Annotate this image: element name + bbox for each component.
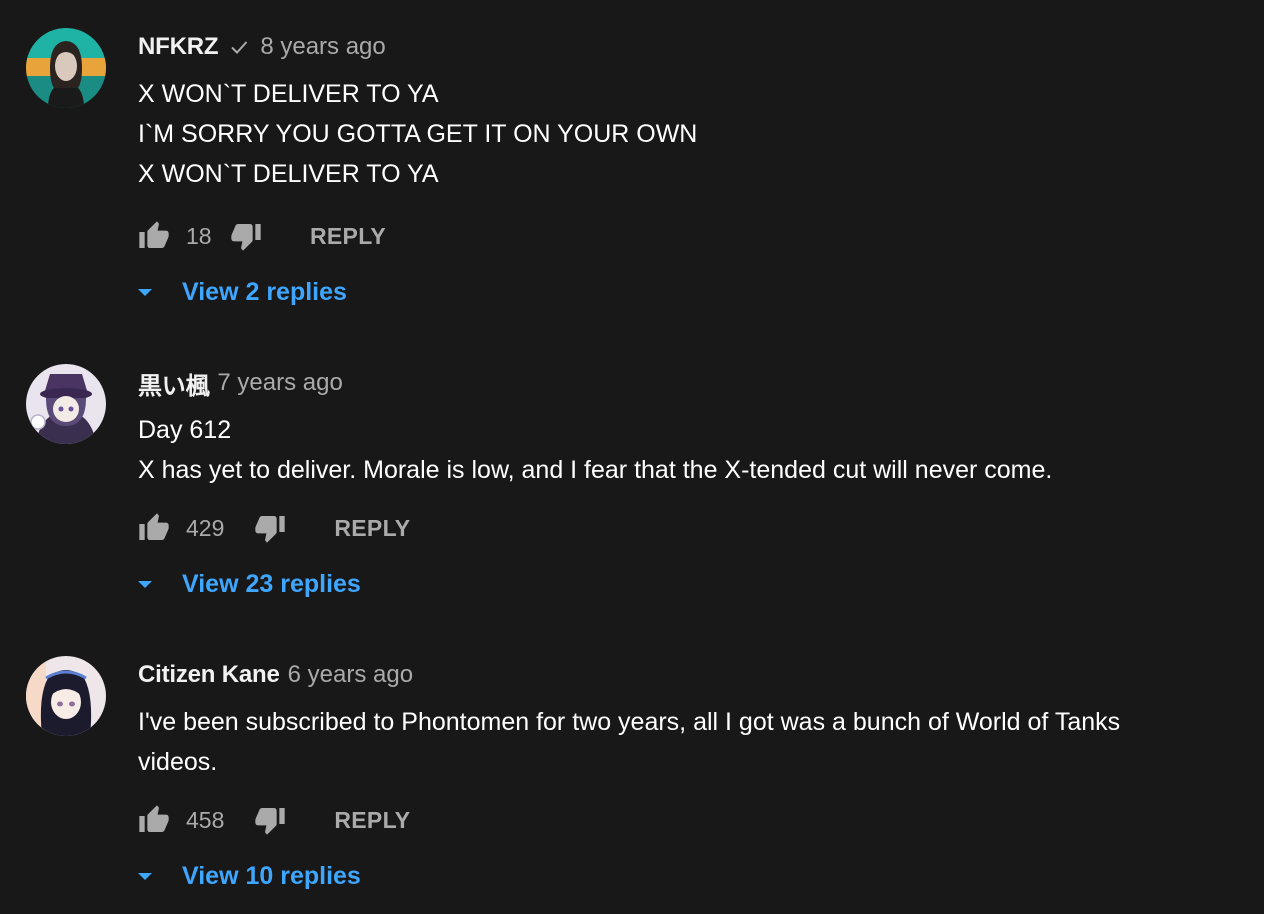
avatar[interactable] — [26, 28, 106, 108]
caret-down-icon — [136, 867, 154, 885]
author-name[interactable]: NFKRZ — [138, 33, 219, 61]
comment-header: NFKRZ 8 years ago — [138, 30, 386, 64]
avatar[interactable] — [26, 364, 106, 444]
comment-actions: 458 REPLY — [138, 800, 410, 840]
view-replies-button[interactable]: View 2 replies — [136, 272, 347, 312]
view-replies-button[interactable]: View 10 replies — [136, 856, 361, 896]
comment-actions: 18 REPLY — [138, 216, 386, 256]
view-replies-label: View 2 replies — [182, 277, 347, 306]
like-count: 18 — [186, 222, 212, 249]
like-count: 429 — [186, 514, 225, 541]
verified-check-icon — [228, 36, 250, 58]
comment-line: X has yet to deliver. Morale is low, and… — [138, 456, 1053, 484]
avatar[interactable] — [26, 656, 106, 736]
comment-text: Day 612 X has yet to deliver. Morale is … — [138, 410, 1248, 490]
comment-header: Citizen Kane 6 years ago — [138, 658, 413, 692]
like-button[interactable] — [138, 804, 170, 836]
comment-line: X WON`T DELIVER TO YA — [138, 80, 439, 108]
comment-header: 黒い楓 7 years ago — [138, 366, 343, 400]
view-replies-label: View 23 replies — [182, 569, 361, 598]
view-replies-button[interactable]: View 23 replies — [136, 564, 361, 604]
author-name[interactable]: Citizen Kane — [138, 661, 280, 689]
like-button[interactable] — [138, 512, 170, 544]
comment-line: I`M SORRY YOU GOTTA GET IT ON YOUR OWN — [138, 120, 698, 148]
thumbs-up-icon — [139, 513, 169, 540]
author-name[interactable]: 黒い楓 — [138, 366, 210, 401]
comment-line: Day 612 — [138, 416, 232, 444]
reply-button[interactable]: REPLY — [334, 515, 410, 542]
comment-timestamp[interactable]: 7 years ago — [217, 369, 342, 397]
caret-down-icon — [136, 575, 154, 593]
view-replies-label: View 10 replies — [182, 861, 361, 890]
reply-button[interactable]: REPLY — [334, 807, 410, 834]
comment-timestamp[interactable]: 8 years ago — [260, 33, 385, 61]
thumbs-down-icon — [255, 516, 286, 543]
comment-line: X WON`T DELIVER TO YA — [138, 160, 439, 188]
comment-timestamp[interactable]: 6 years ago — [288, 661, 413, 689]
like-count: 458 — [186, 806, 225, 833]
comment-text: X WON`T DELIVER TO YA I`M SORRY YOU GOTT… — [138, 74, 1248, 194]
thumbs-down-icon — [255, 808, 286, 835]
thumbs-up-icon — [139, 805, 169, 832]
thumbs-down-icon — [231, 224, 261, 251]
comment-line: I've been subscribed to Phontomen for tw… — [138, 708, 1121, 736]
dislike-button[interactable] — [254, 804, 286, 836]
reply-button[interactable]: REPLY — [310, 223, 386, 250]
thumbs-up-icon — [139, 221, 169, 248]
caret-down-icon — [136, 283, 154, 301]
comment-text: I've been subscribed to Phontomen for tw… — [138, 702, 1248, 782]
dislike-button[interactable] — [230, 220, 262, 252]
like-button[interactable] — [138, 220, 170, 252]
comment-actions: 429 REPLY — [138, 508, 410, 548]
dislike-button[interactable] — [254, 512, 286, 544]
comment-line: videos. — [138, 748, 218, 776]
